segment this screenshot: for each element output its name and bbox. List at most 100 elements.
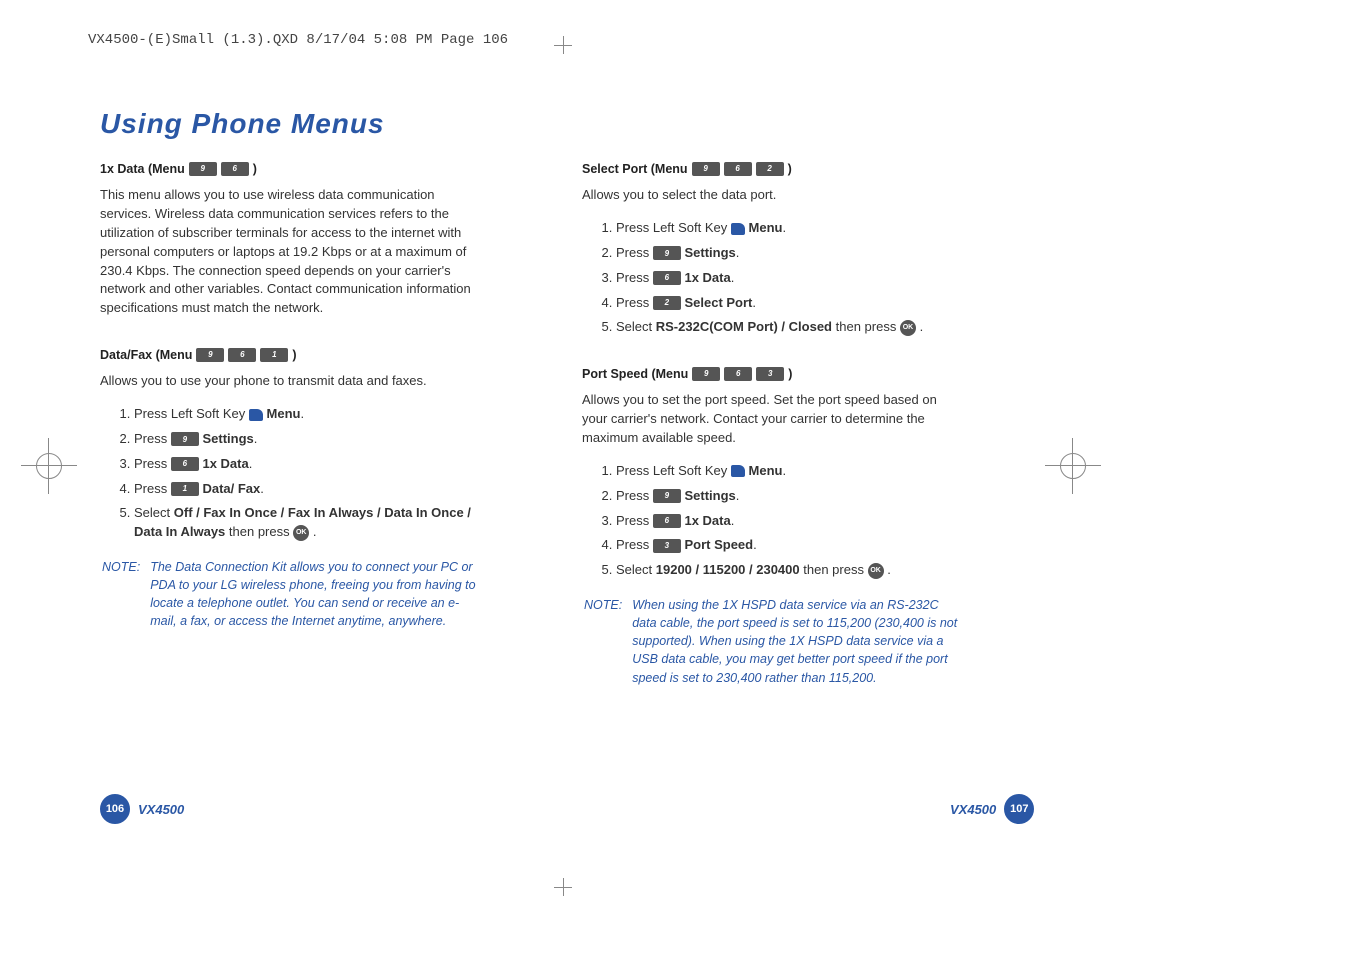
heading-text: Port Speed (Menu [582, 365, 688, 383]
step: Press 6 1x Data. [616, 269, 962, 288]
key-6-icon: 6 [653, 514, 681, 528]
step: Select Off / Fax In Once / Fax In Always… [134, 504, 480, 542]
intro-1x-data: This menu allows you to use wireless dat… [100, 186, 480, 318]
step: Press 6 1x Data. [134, 455, 480, 474]
heading-close: ) [292, 346, 296, 364]
step-bold: Settings [684, 488, 735, 503]
step: Press Left Soft Key Menu. [616, 462, 962, 481]
steps-select-port: Press Left Soft Key Menu. Press 9 Settin… [582, 219, 962, 337]
step-text: Press Left Soft Key [134, 406, 249, 421]
intro-data-fax: Allows you to use your phone to transmit… [100, 372, 480, 391]
step-bold: Settings [684, 245, 735, 260]
step-text: then press [803, 562, 867, 577]
key-9-icon: 9 [653, 489, 681, 503]
step-bold: Menu [749, 220, 783, 235]
key-6-icon: 6 [228, 348, 256, 362]
crop-mark-bottom [554, 878, 572, 896]
note-port-speed: NOTE: When using the 1X HSPD data servic… [582, 592, 962, 691]
step-bold: 1x Data [684, 513, 730, 528]
step-text: Press [616, 513, 653, 528]
key-2-icon: 2 [653, 296, 681, 310]
step-text: Press [616, 295, 653, 310]
key-9-icon: 9 [692, 367, 720, 381]
step-text: Press Left Soft Key [616, 463, 731, 478]
step: Press Left Soft Key Menu. [616, 219, 962, 238]
step-text: Press [616, 245, 653, 260]
key-6-icon: 6 [724, 162, 752, 176]
heading-close: ) [253, 160, 257, 178]
key-9-icon: 9 [196, 348, 224, 362]
step: Press 2 Select Port. [616, 294, 962, 313]
step-text: . [920, 319, 924, 334]
note-label: NOTE: [584, 596, 622, 687]
key-9-icon: 9 [692, 162, 720, 176]
step: Press 9 Settings. [616, 487, 962, 506]
step-text: Press [134, 481, 171, 496]
ok-icon: OK [293, 525, 309, 541]
step-bold: Port Speed [684, 537, 753, 552]
footer-left: 106 VX4500 [100, 794, 184, 824]
ok-icon: OK [900, 320, 916, 336]
key-3-icon: 3 [653, 539, 681, 553]
step-text: Select [134, 505, 174, 520]
step-bold: Settings [202, 431, 253, 446]
model-label: VX4500 [950, 802, 996, 817]
heading-port-speed: Port Speed (Menu 9 6 3 ) [582, 365, 962, 383]
step-text: . [887, 562, 891, 577]
step: Press 9 Settings. [134, 430, 480, 449]
intro-select-port: Allows you to select the data port. [582, 186, 962, 205]
crop-mark-right [1060, 453, 1086, 479]
step-bold: 1x Data [684, 270, 730, 285]
step-text: . [313, 524, 317, 539]
step: Select 19200 / 115200 / 230400 then pres… [616, 561, 962, 580]
heading-select-port: Select Port (Menu 9 6 2 ) [582, 160, 962, 178]
step-text: Press Left Soft Key [616, 220, 731, 235]
key-9-icon: 9 [171, 432, 199, 446]
step-bold: 1x Data [202, 456, 248, 471]
step-text: Select [616, 562, 656, 577]
left-column: 1x Data (Menu 9 6 ) This menu allows you… [100, 160, 480, 635]
heading-1x-data: 1x Data (Menu 9 6 ) [100, 160, 480, 178]
step-text: Select [616, 319, 656, 334]
crop-mark-top [554, 36, 572, 54]
step-options: 19200 / 115200 / 230400 [656, 562, 800, 577]
step-text: Press [134, 456, 171, 471]
step: Press Left Soft Key Menu. [134, 405, 480, 424]
key-3-icon: 3 [756, 367, 784, 381]
right-column: Select Port (Menu 9 6 2 ) Allows you to … [582, 160, 962, 691]
key-9-icon: 9 [189, 162, 217, 176]
note-text: When using the 1X HSPD data service via … [632, 596, 960, 687]
heading-text: Data/Fax (Menu [100, 346, 192, 364]
step: Press 3 Port Speed. [616, 536, 962, 555]
crop-mark-left [36, 453, 62, 479]
step-text: Press [616, 537, 653, 552]
step-options: RS-232C(COM Port) / Closed [656, 319, 832, 334]
step-text: then press [836, 319, 900, 334]
steps-port-speed: Press Left Soft Key Menu. Press 9 Settin… [582, 462, 962, 580]
model-label: VX4500 [138, 802, 184, 817]
note-text: The Data Connection Kit allows you to co… [150, 558, 478, 631]
key-1-icon: 1 [171, 482, 199, 496]
key-1-icon: 1 [260, 348, 288, 362]
step: Press 9 Settings. [616, 244, 962, 263]
step: Press 1 Data/ Fax. [134, 480, 480, 499]
heading-text: 1x Data (Menu [100, 160, 185, 178]
left-soft-key-icon [249, 409, 263, 421]
step-bold: Menu [267, 406, 301, 421]
note-data-fax: NOTE: The Data Connection Kit allows you… [100, 554, 480, 635]
ok-icon: OK [868, 563, 884, 579]
step-text: Press [616, 488, 653, 503]
left-soft-key-icon [731, 223, 745, 235]
step-bold: Menu [749, 463, 783, 478]
step-text: Press [616, 270, 653, 285]
print-header: VX4500-(E)Small (1.3).QXD 8/17/04 5:08 P… [88, 32, 508, 48]
page-number-left: 106 [100, 794, 130, 824]
steps-data-fax: Press Left Soft Key Menu. Press 9 Settin… [100, 405, 480, 542]
key-6-icon: 6 [171, 457, 199, 471]
step-text: Press [134, 431, 171, 446]
heading-close: ) [788, 160, 792, 178]
page-title: Using Phone Menus [100, 108, 385, 140]
key-6-icon: 6 [724, 367, 752, 381]
step-bold: Data/ Fax [202, 481, 260, 496]
step-text: then press [229, 524, 293, 539]
